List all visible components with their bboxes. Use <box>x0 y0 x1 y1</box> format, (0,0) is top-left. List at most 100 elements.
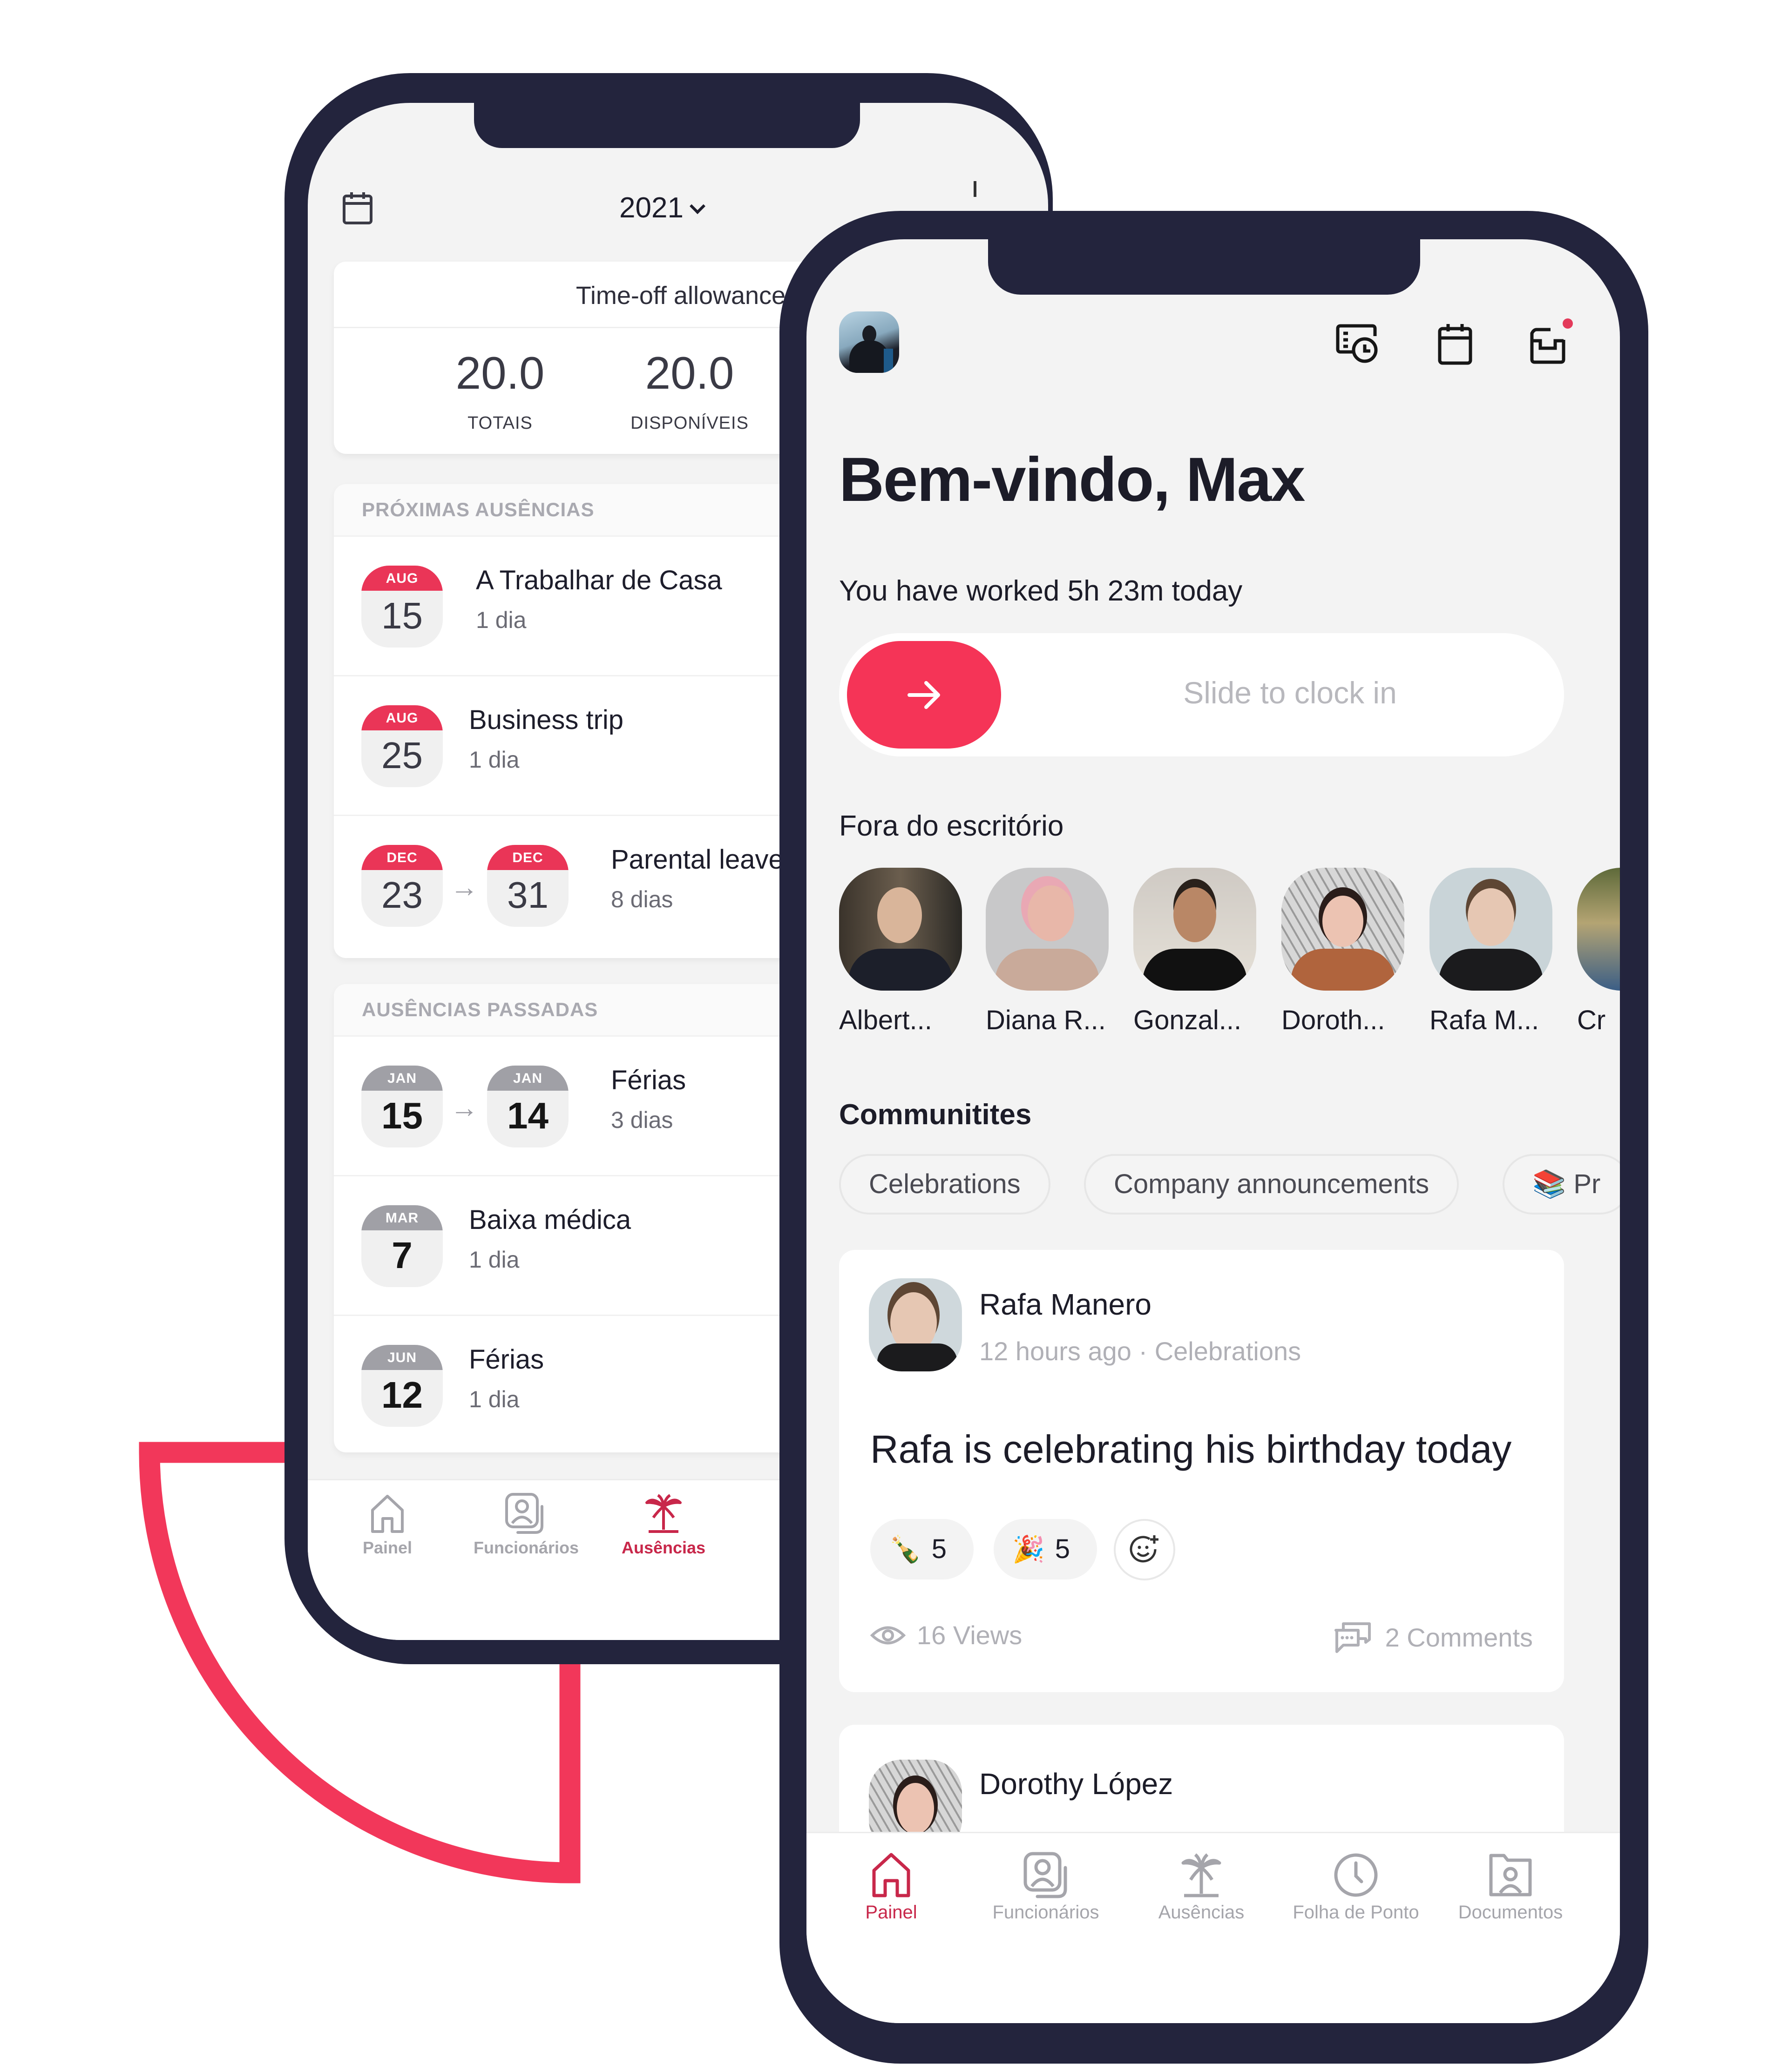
badge-month: JAN <box>487 1066 569 1091</box>
person-photo <box>1133 868 1256 991</box>
tab-ausencias[interactable]: Ausências <box>1145 1852 1257 1923</box>
person-name: Doroth... <box>1281 1005 1385 1035</box>
chip-label: Pr <box>1573 1169 1601 1199</box>
person-avatar-item[interactable]: Doroth... <box>1281 868 1404 1036</box>
person-photo <box>1577 868 1620 991</box>
inbox-button[interactable] <box>1524 318 1573 364</box>
calendar-icon[interactable] <box>1431 323 1478 365</box>
tab-label: Painel <box>865 1902 917 1923</box>
welcome-heading: Bem-vindo, Max <box>839 445 1306 514</box>
badge-day: 7 <box>392 1235 413 1276</box>
person-photo <box>1281 868 1404 991</box>
tab-funcionarios[interactable]: Funcionários <box>474 1492 579 1558</box>
communities-title: Communitites <box>839 1099 1032 1131</box>
date-badge-start: JAN 15 <box>361 1066 443 1147</box>
badge-month: AUG <box>361 566 443 591</box>
absence-title: Férias <box>469 1344 544 1375</box>
tab-painel[interactable]: Painel <box>840 1852 942 1923</box>
date-badge: JUN 12 <box>361 1345 443 1427</box>
eye-icon <box>870 1626 906 1644</box>
year-value: 2021 <box>619 192 684 224</box>
post-author-name[interactable]: Dorothy López <box>979 1767 1173 1801</box>
stat-available: 20.0 DISPONÍVEIS <box>596 350 783 433</box>
person-avatar-item[interactable]: Diana R... <box>986 868 1109 1036</box>
absence-title: Férias <box>611 1065 686 1095</box>
badge-month: JAN <box>361 1066 443 1091</box>
absence-duration: 8 dias <box>611 886 673 912</box>
post-meta: 12 hours ago · Celebrations <box>979 1336 1301 1366</box>
badge-day: 31 <box>507 874 549 916</box>
books-icon: 📚 <box>1532 1169 1566 1199</box>
community-chip[interactable]: Celebrations <box>839 1154 1050 1215</box>
arrow-right-icon: → <box>450 1092 478 1123</box>
post-author-name[interactable]: Rafa Manero <box>979 1287 1151 1322</box>
tab-label: Funcionários <box>474 1538 579 1557</box>
community-chip[interactable]: Company announcements <box>1084 1154 1459 1215</box>
add-reaction-button[interactable] <box>1114 1519 1175 1580</box>
date-badge: MAR 7 <box>361 1205 443 1287</box>
add-emoji-icon <box>1130 1535 1158 1563</box>
chip-label: Company announcements <box>1114 1169 1429 1199</box>
inbox-icon <box>1530 328 1565 364</box>
back-phone-notch <box>474 103 860 148</box>
party-popper-icon: 🎉 <box>1012 1534 1045 1564</box>
tab-funcionarios[interactable]: Funcionários <box>988 1852 1104 1923</box>
person-avatar-item[interactable]: Rafa M... <box>1429 868 1552 1036</box>
notification-dot <box>1563 318 1573 329</box>
person-name: Gonzal... <box>1133 1005 1242 1035</box>
reaction-count: 5 <box>931 1534 947 1564</box>
stat-value: 20.0 <box>455 347 545 398</box>
badge-day: 25 <box>381 735 423 776</box>
clock-in-slider[interactable]: Slide to clock in <box>839 633 1564 756</box>
palm-tree-icon <box>1181 1853 1221 1897</box>
person-name: Albert... <box>839 1005 932 1035</box>
tab-label: Painel <box>362 1538 413 1557</box>
timesheet-icon[interactable] <box>1335 323 1382 365</box>
tab-label: Documentos <box>1458 1902 1563 1923</box>
slider-label: Slide to clock in <box>1183 675 1397 710</box>
post-time: 12 hours ago <box>979 1336 1131 1366</box>
stat-value: 20.0 <box>645 347 734 398</box>
front-phone-screen: Bem-vindo, Max You have worked 5h 23m to… <box>806 239 1620 2023</box>
date-badge-end: DEC 31 <box>487 845 569 927</box>
home-icon <box>872 1853 910 1897</box>
tab-ausencias[interactable]: Ausências <box>617 1492 710 1558</box>
add-icon[interactable] <box>974 181 976 197</box>
reaction-pill[interactable]: 🍾 5 <box>870 1519 974 1579</box>
tab-painel[interactable]: Painel <box>352 1492 422 1558</box>
absence-duration: 1 dia <box>469 1386 520 1412</box>
date-badge-start: DEC 23 <box>361 845 443 927</box>
date-badge-end: JAN 14 <box>487 1066 569 1147</box>
arrow-right-icon: → <box>450 871 478 903</box>
separator-dot: · <box>1138 1336 1155 1366</box>
absence-title: Business trip <box>469 705 624 735</box>
badge-day: 23 <box>381 874 423 916</box>
badge-month: AUG <box>361 705 443 730</box>
comments-icon <box>1334 1622 1371 1653</box>
tab-folha-de-ponto[interactable]: Folha de Ponto <box>1291 1852 1421 1923</box>
person-avatar-item[interactable]: Albert... <box>839 868 962 1036</box>
reaction-pill[interactable]: 🎉 5 <box>994 1519 1097 1579</box>
tab-label: Ausências <box>1158 1902 1245 1923</box>
community-chip[interactable]: 📚 Pr <box>1503 1154 1620 1215</box>
post-comments-button[interactable]: 2 Comments <box>1333 1620 1533 1654</box>
post-views: 16 Views <box>870 1620 1022 1650</box>
employees-icon <box>505 1493 543 1534</box>
person-photo <box>1429 868 1552 991</box>
post-author-avatar[interactable] <box>869 1278 962 1371</box>
person-name: Cr <box>1577 1005 1606 1035</box>
stat-label: TOTAIS <box>467 413 533 433</box>
tab-documentos[interactable]: Documentos <box>1450 1852 1571 1923</box>
user-avatar[interactable] <box>839 311 899 373</box>
person-avatar-item[interactable]: Cr <box>1577 868 1620 1036</box>
documents-icon <box>1489 1854 1532 1897</box>
absence-duration: 1 dia <box>476 607 527 633</box>
tab-label: Funcionários <box>992 1902 1099 1923</box>
absence-duration: 1 dia <box>469 747 520 773</box>
person-photo <box>986 868 1109 991</box>
post-community[interactable]: Celebrations <box>1155 1336 1301 1366</box>
comments-count: 2 Comments <box>1385 1622 1533 1652</box>
employees-icon <box>1023 1852 1067 1898</box>
person-avatar-item[interactable]: Gonzal... <box>1133 868 1256 1036</box>
post-card[interactable]: Rafa Manero 12 hours ago · Celebrations … <box>839 1250 1564 1692</box>
